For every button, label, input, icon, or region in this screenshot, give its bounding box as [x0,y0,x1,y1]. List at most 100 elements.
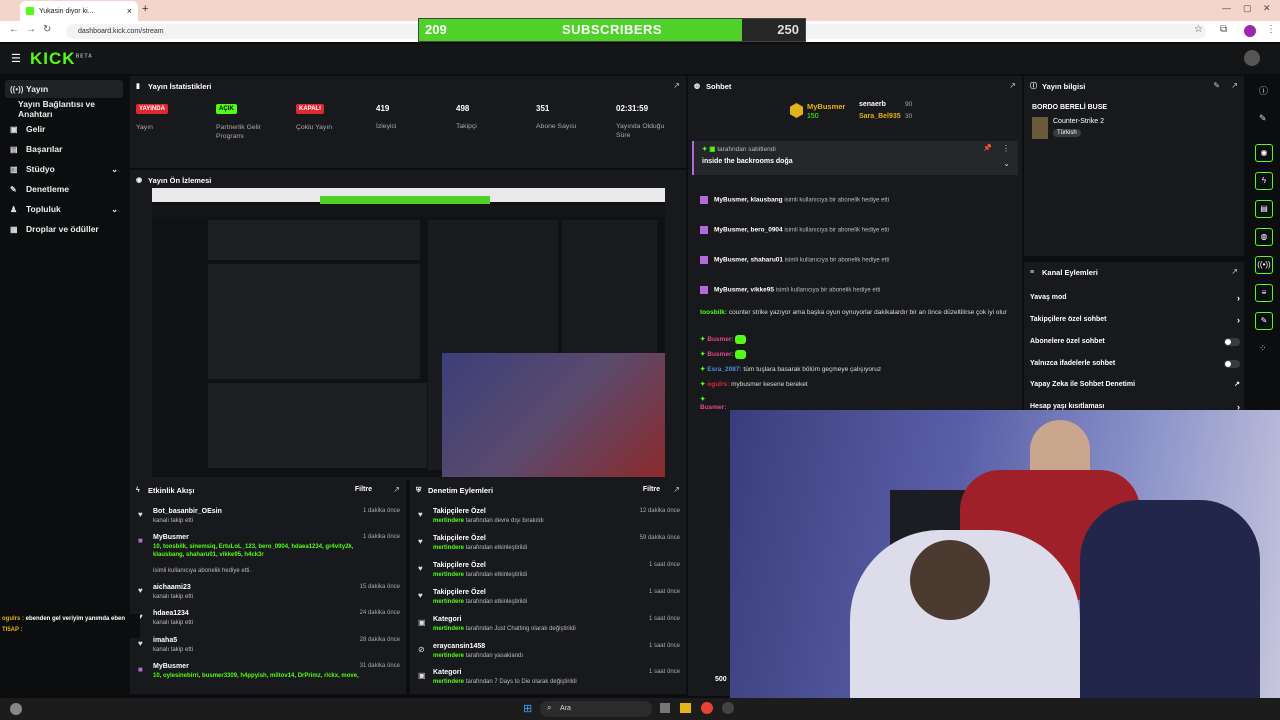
mod-desc: tarafından etkinleştirildi [465,572,528,578]
tool-broadcast-icon[interactable]: ((•)) [1255,256,1273,274]
live-badge: YAYINDA [136,104,168,114]
browser-tab[interactable]: Yukasin diyor ki... × [20,1,138,21]
chat-user[interactable]: Busmer: [700,404,726,411]
chevron-down-icon[interactable]: ⌄ [1003,159,1010,168]
minimize-icon[interactable]: — [1222,3,1231,13]
gift-target[interactable]: bero_0904 [751,227,783,234]
mod-desc: tarafından Just Chatting olarak değiştir… [465,626,576,632]
heart-icon: ♥ [418,510,423,519]
pin-icon[interactable]: 📌 [983,144,992,152]
gift-icon [700,256,708,264]
sidebar-item-moderation[interactable]: ✎ Denetleme [5,180,123,198]
sidebar-item-community[interactable]: ♟ Topluluk ⌄ [5,200,123,218]
gift-target[interactable]: vikke95 [751,287,775,294]
subscribers-only-toggle[interactable] [1224,338,1240,346]
chat-user[interactable]: ogulrs: [707,381,729,388]
stream-info-panel: ⓘ Yayın bilgisi ✎ ↗ BORDO BERELİ BUSE Cou… [1024,76,1244,256]
pinned-message[interactable]: ✦ ▣ tarafından sabitlendi inside the bac… [692,141,1018,175]
tool-document-icon[interactable]: ▤ [1255,200,1273,218]
bookmark-star-icon[interactable]: ☆ [1194,24,1203,35]
profile-avatar[interactable] [1244,25,1256,37]
chat-user[interactable]: Esra_2087: [707,366,741,373]
tool-chat-icon[interactable]: ◍ [1255,228,1273,246]
tool-preview-icon[interactable]: ◉ [1255,144,1273,162]
gift-icon: ■ [138,536,143,545]
info-icon[interactable]: ⓘ [1259,84,1268,97]
gift-icon [700,226,708,234]
add-widget-icon[interactable]: ⁘ [1259,343,1267,354]
moderation-filter-button[interactable]: Filtre [643,486,660,493]
sidebar-item-drops[interactable]: ▦ Droplar ve ödüller [5,220,123,238]
task-view-icon[interactable] [660,703,670,713]
emotes-only-toggle[interactable] [1224,360,1240,368]
chrome-icon[interactable] [701,702,713,714]
tool-sliders-icon[interactable]: ≡ [1255,284,1273,302]
event-time: 1 saat önce [648,643,680,649]
hamburger-menu-icon[interactable]: ☰ [11,52,21,65]
stat-label: Çoklu Yayın [296,124,333,131]
popout-icon[interactable]: ↗ [1009,81,1016,90]
popout-icon[interactable]: ↗ [673,81,680,90]
edit-icon[interactable]: ✎ [1259,113,1267,124]
popout-icon[interactable]: ↗ [1231,81,1238,90]
maximize-icon[interactable]: ▢ [1243,3,1252,14]
close-window-icon[interactable]: ✕ [1263,3,1271,14]
top-gifter-3[interactable]: Sara_Bel935 [859,113,901,120]
tool-wrench-icon[interactable]: ✎ [1255,312,1273,330]
forward-icon[interactable]: → [26,24,36,35]
taskbar-search[interactable]: Ara [540,701,652,717]
popout-icon[interactable]: ↗ [673,485,680,494]
gift-user[interactable]: MyBusmer [714,197,747,204]
kick-logo[interactable]: KICKBETA [30,49,93,69]
chat-user[interactable]: Busmer: [707,351,733,358]
back-icon[interactable]: ← [9,24,19,35]
event-time: 59 dakika önce [639,535,680,541]
chat-user[interactable]: toosbilk: [700,309,727,316]
action-ai-moderation[interactable]: Yapay Zeka ile Sohbet Denetimi ↗ [1030,381,1240,388]
sidebar-item-revenue[interactable]: ▣ Gelir [5,120,123,138]
stream-preview-video[interactable] [152,188,665,477]
action-emotes-only[interactable]: Yalnızca ifadelerle sohbet [1030,360,1240,368]
gift-user[interactable]: MyBusmer [714,287,747,294]
moderation-title: ⛨ Denetim Eylemleri [416,486,493,495]
top-gifter-1[interactable]: MyBusmer [807,102,845,111]
search-icon: ⌕ [547,703,552,712]
stream-category[interactable]: Counter-Strike 2 [1053,118,1104,125]
gift-user[interactable]: MyBusmer [714,227,747,234]
weather-icon[interactable] [10,703,22,715]
action-subscribers-only[interactable]: Abonelere özel sohbet [1030,338,1240,346]
action-account-age[interactable]: Hesap yaşı kısıtlaması › [1030,402,1240,412]
new-tab-icon[interactable]: + [142,3,148,15]
browser-menu-icon[interactable]: ⋮ [1266,24,1276,35]
popout-icon[interactable]: ↗ [1231,267,1238,276]
popout-icon[interactable]: ↗ [393,485,400,494]
chat-user[interactable]: Busmer: [707,336,733,343]
tool-activity-icon[interactable]: ϟ [1255,172,1273,190]
edit-icon[interactable]: ✎ [1213,81,1220,90]
preview-title-text: Yayın Ön İzlemesi [148,176,212,185]
extensions-icon[interactable]: ⧉ [1220,24,1227,35]
sidebar-item-studio[interactable]: ▥ Stüdyo ⌄ [5,160,123,178]
sidebar-item-stream[interactable]: ((•)) Yayın [5,80,123,98]
sidebar-item-stream-key[interactable]: Yayın Bağlantısı ve Anahtarı [5,99,123,119]
overlay-text: ebenden gel veriyim yanımda eben [25,616,126,622]
user-avatar[interactable] [1244,50,1260,66]
activity-filter-button[interactable]: Filtre [355,486,372,493]
file-explorer-icon[interactable] [680,703,691,713]
event-desc: 10, oylesinebirri, busmer3309, h4ppyish,… [153,673,359,679]
stream-tag[interactable]: Türkish [1053,129,1081,137]
reload-icon[interactable]: ↻ [43,24,51,35]
event-desc: kanalı takip etti [153,647,194,653]
sidebar-item-achievements[interactable]: ▤ Başarılar [5,140,123,158]
windows-start-icon[interactable]: ⊞ [523,702,532,715]
close-tab-icon[interactable]: × [127,6,132,16]
gift-user[interactable]: MyBusmer [714,257,747,264]
gift-target[interactable]: shaharu01 [751,257,784,264]
action-slow-mode[interactable]: Yavaş mod › [1030,293,1240,303]
app-icon[interactable] [722,702,734,714]
gift-target[interactable]: klausbang [751,197,783,204]
action-followers-only[interactable]: Takipçilere özel sohbet › [1030,315,1240,325]
more-options-icon[interactable]: ⋮ [1002,144,1010,153]
stat-value: 351 [536,104,550,113]
top-gifter-2[interactable]: senaerb [859,101,886,108]
